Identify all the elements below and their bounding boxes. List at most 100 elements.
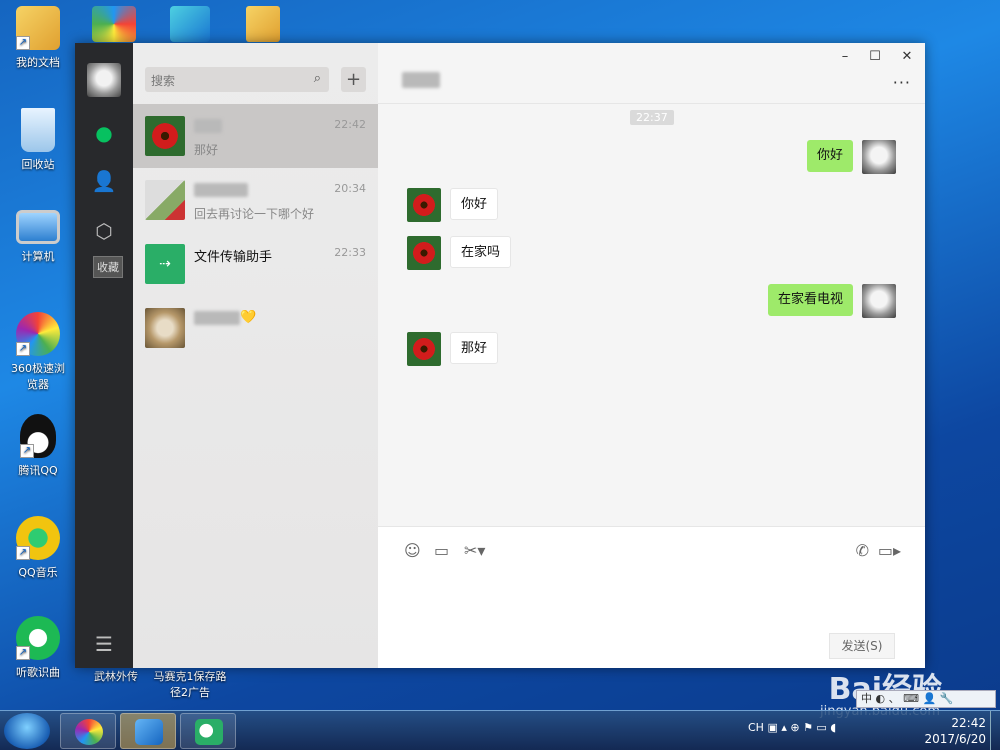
chat-time: 22:42 xyxy=(334,118,366,131)
desktop-icon-label: 腾讯QQ xyxy=(18,464,58,477)
message-row: 在家吗 xyxy=(378,236,925,270)
phone-icon[interactable]: ✆ xyxy=(856,541,869,560)
favorites-tooltip: 收藏 xyxy=(93,256,123,278)
group-avatar xyxy=(145,180,185,220)
more-button[interactable]: ··· xyxy=(893,73,911,92)
desktop-label[interactable]: 武林外传 xyxy=(86,668,146,684)
conversation-title xyxy=(402,69,440,88)
desktop-icon-computer[interactable]: 计算机 xyxy=(6,210,70,264)
song-recognition-icon: ↗ xyxy=(16,616,60,660)
close-button[interactable]: ✕ xyxy=(897,49,917,64)
send-button[interactable]: 发送(S) xyxy=(829,633,895,659)
blurred-name xyxy=(194,182,248,197)
blurred-name xyxy=(402,71,440,88)
avatar xyxy=(145,116,185,156)
desktop-label[interactable]: 马赛克1保存路径2广告 xyxy=(150,668,230,700)
maximize-button[interactable]: ☐ xyxy=(865,49,885,64)
folder-icon: ↗ xyxy=(16,6,60,50)
desktop-icon-label: 计算机 xyxy=(21,250,55,263)
input-area[interactable]: ☺ ▭ ✂▾ ✆ ▭▸ 发送(S) xyxy=(378,526,925,668)
taskbar-browser[interactable] xyxy=(60,713,116,749)
taskbar-wechat[interactable] xyxy=(180,713,236,749)
chat-name xyxy=(194,182,248,197)
blurred-name xyxy=(194,310,240,325)
desktop-icon-label: 听歌识曲 xyxy=(16,666,60,679)
taskbar-game[interactable] xyxy=(120,713,176,749)
chat-name xyxy=(194,118,222,133)
blurred-name xyxy=(194,118,222,133)
folder-icon[interactable] xyxy=(246,6,280,42)
chat-item[interactable]: 回去再讨论一下哪个好 20:34 xyxy=(133,168,378,232)
recycle-bin-icon xyxy=(21,108,55,152)
desktop-icon-qq-music[interactable]: ↗ QQ音乐 xyxy=(6,516,70,580)
message-bubble[interactable]: 你好 xyxy=(450,188,499,220)
contacts-icon[interactable]: 👤 xyxy=(91,168,117,194)
message-row: 你好 xyxy=(378,188,925,222)
app-icon[interactable] xyxy=(92,6,136,42)
message-bubble[interactable]: 那好 xyxy=(450,332,499,364)
chat-time: 22:33 xyxy=(334,246,366,259)
language-indicator[interactable]: CH xyxy=(748,721,764,734)
desktop-icon-qq[interactable]: ↗ 腾讯QQ xyxy=(6,414,70,478)
avatar[interactable] xyxy=(87,63,121,97)
chat-preview: 那好 xyxy=(194,143,219,157)
clock[interactable]: 22:42 2017/6/20 xyxy=(924,715,986,747)
taskbar: CH ▣ ▴ ⊕ ⚑ ▭ ◖ 22:42 2017/6/20 xyxy=(0,710,1000,750)
desktop-icon-label: 回收站 xyxy=(21,158,55,171)
show-desktop-button[interactable] xyxy=(990,711,1000,750)
favorites-icon[interactable]: ⬡ xyxy=(91,218,117,244)
folder-icon[interactable]: ▭ xyxy=(434,541,449,560)
search-input[interactable]: 搜索 ⌕ xyxy=(145,67,329,92)
clock-time: 22:42 xyxy=(951,716,986,730)
time-tag: 22:37 xyxy=(630,110,674,125)
message-bubble[interactable]: 在家吗 xyxy=(450,236,512,268)
penguin-icon: ↗ xyxy=(20,414,56,458)
desktop-icon-label: QQ音乐 xyxy=(18,566,58,579)
message-area: 22:37 你好 你好 在家吗 在家看电视 那好 xyxy=(378,103,925,526)
menu-icon[interactable]: ☰ xyxy=(91,631,117,657)
video-icon[interactable]: ▭▸ xyxy=(878,541,901,560)
search-placeholder: 搜索 xyxy=(151,74,176,88)
desktop-icon-360-browser[interactable]: ↗ 360极速浏览器 xyxy=(6,312,70,392)
chat-item[interactable]: ⇢ 文件传输助手 22:33 xyxy=(133,232,378,296)
desktop-icon-my-documents[interactable]: ↗ 我的文档 xyxy=(6,6,70,70)
scissors-icon[interactable]: ✂▾ xyxy=(464,541,485,560)
chat-icon[interactable]: ● xyxy=(91,120,117,146)
app-icon[interactable] xyxy=(170,6,210,42)
avatar[interactable] xyxy=(407,188,441,222)
chat-item[interactable]: 那好 22:42 xyxy=(133,104,378,168)
desktop-icon-song-recognition[interactable]: ↗ 听歌识曲 xyxy=(6,616,70,680)
system-tray[interactable]: CH ▣ ▴ ⊕ ⚑ ▭ ◖ xyxy=(748,721,836,734)
avatar[interactable] xyxy=(407,236,441,270)
file-transfer-icon: ⇢ xyxy=(145,244,185,284)
message-row: 那好 xyxy=(378,332,925,366)
emoji-icon[interactable]: ☺ xyxy=(404,541,421,560)
message-bubble[interactable]: 你好 xyxy=(806,140,853,172)
ime-toolbar[interactable]: 中 ◐ 、 ⌨ 👤 🔧 xyxy=(856,690,996,708)
message-row: 你好 xyxy=(378,140,925,174)
start-button[interactable] xyxy=(4,713,50,749)
avatar[interactable] xyxy=(407,332,441,366)
avatar[interactable] xyxy=(862,140,896,174)
chat-name: 💛 xyxy=(194,310,256,325)
chat-list: 搜索 ⌕ + 那好 22:42 回去再讨论一下哪个好 20:34 ⇢ 文件传输助… xyxy=(133,43,378,668)
chat-item[interactable]: 💛 xyxy=(133,296,378,360)
gamepad-icon xyxy=(135,719,163,745)
message-bubble[interactable]: 在家看电视 xyxy=(767,284,853,316)
wechat-icon xyxy=(195,719,223,745)
avatar xyxy=(145,308,185,348)
chat-time: 20:34 xyxy=(334,182,366,195)
clock-date: 2017/6/20 xyxy=(924,732,986,746)
desktop-icon-label: 我的文档 xyxy=(16,56,60,69)
message-row: 在家看电视 xyxy=(378,284,925,318)
desktop-icon-recycle-bin[interactable]: 回收站 xyxy=(6,108,70,172)
tray-icons[interactable]: ▣ ▴ ⊕ ⚑ ▭ ◖ xyxy=(767,721,836,734)
sidebar: ● 👤 ⬡ 收藏 ☰ xyxy=(75,43,133,668)
wechat-window: ● 👤 ⬡ 收藏 ☰ 搜索 ⌕ + 那好 22:42 回去再讨论一下哪个好 20… xyxy=(75,43,925,668)
desktop-icon-label: 360极速浏览器 xyxy=(11,362,65,391)
avatar[interactable] xyxy=(862,284,896,318)
add-chat-button[interactable]: + xyxy=(341,67,366,92)
computer-icon xyxy=(16,210,60,244)
chat-preview: 回去再讨论一下哪个好 xyxy=(194,207,315,221)
minimize-button[interactable]: – xyxy=(835,49,855,64)
